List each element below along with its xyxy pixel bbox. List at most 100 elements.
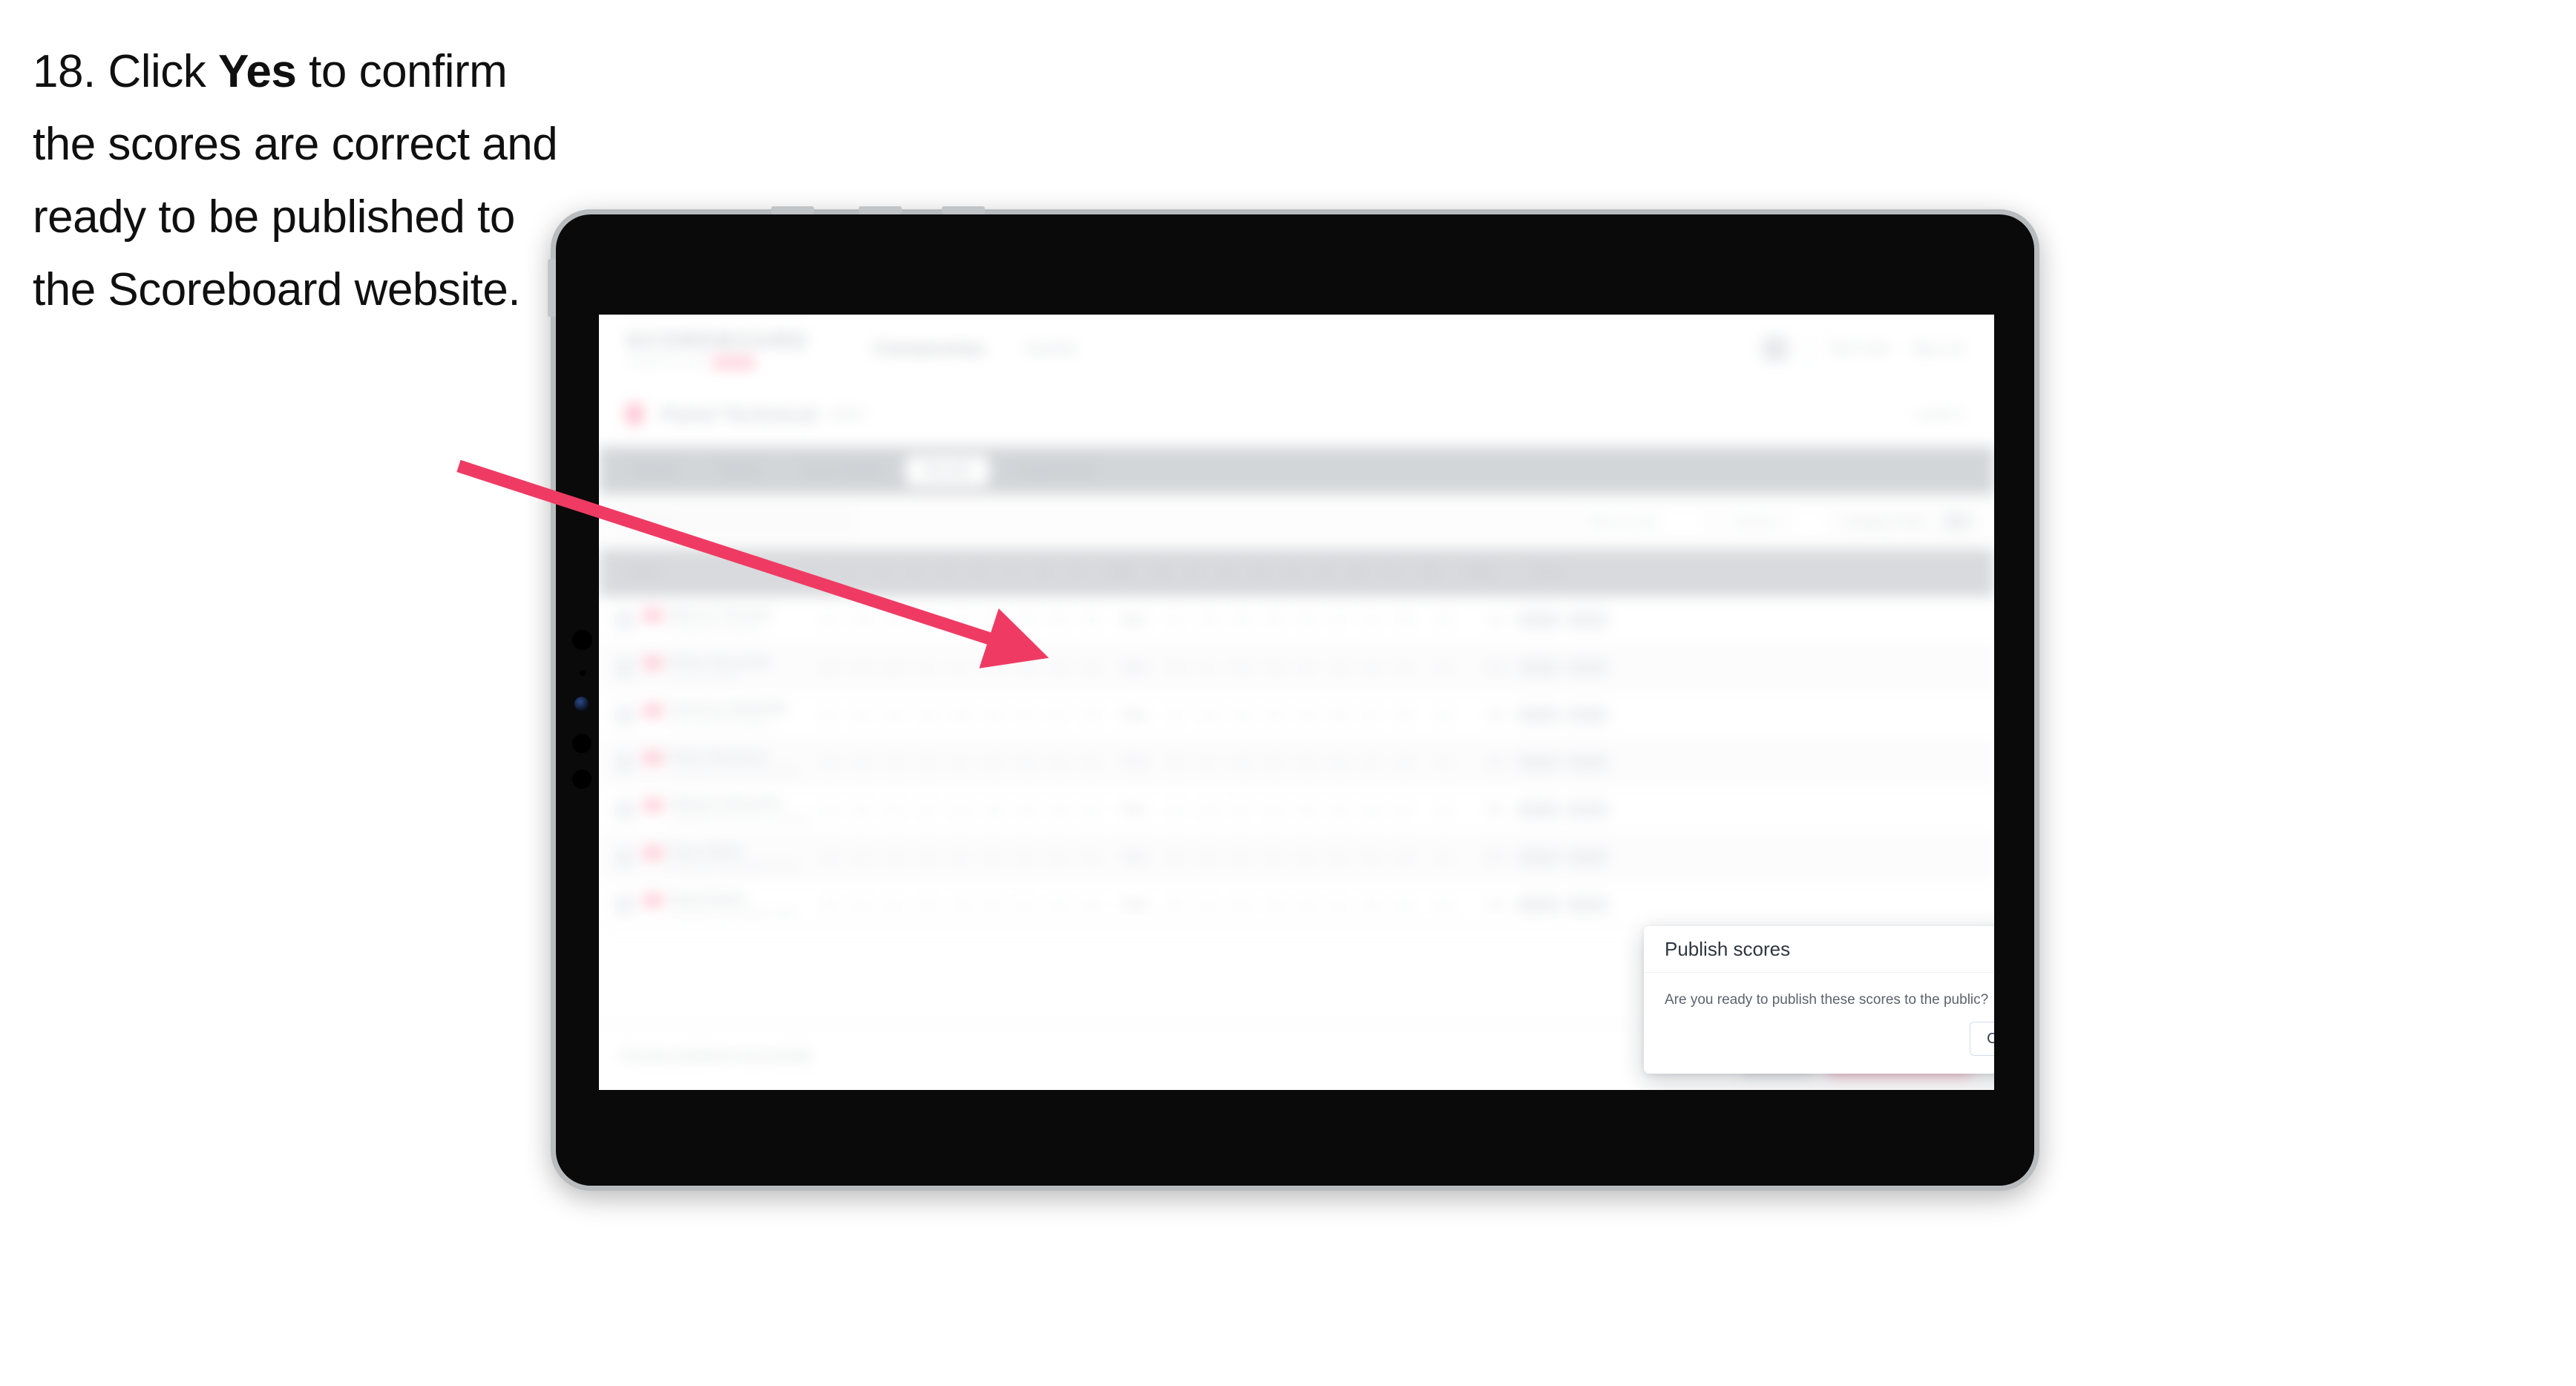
row-checkbox[interactable] [615, 610, 635, 630]
score-cell[interactable]: 8.4 [1160, 803, 1193, 818]
table-header-cell[interactable]: TB [1406, 566, 1454, 579]
score-cell[interactable]: 8.9 [1389, 613, 1421, 628]
tiebreak-cell[interactable]: 0.2 [1421, 708, 1469, 723]
place-cell[interactable]: 7th [1469, 898, 1522, 913]
table-header-cell[interactable]: 2 [832, 566, 865, 579]
score-cell[interactable]: 9.0 [1323, 660, 1356, 675]
brand-logo[interactable]: SCOREBOARD COMPETITION BETA [626, 329, 809, 370]
tiebreak-cell[interactable]: 0.1 [1421, 803, 1469, 818]
table-header-cell[interactable]: 4 [897, 566, 930, 579]
row-checkbox[interactable] [615, 657, 635, 677]
score-cell[interactable]: 8.8 [847, 755, 879, 770]
display-order-toggle[interactable] [1942, 513, 1972, 530]
table-row[interactable]: Noah Bailey Westpark Gymnastics Club 8.0 8.… [599, 881, 1994, 929]
score-cell[interactable]: 8.4 [814, 803, 847, 818]
table-header-cell[interactable]: 8 [1028, 566, 1061, 579]
score-cell[interactable]: 8.7 [1043, 708, 1075, 723]
score-cell[interactable]: 8.8 [1323, 708, 1356, 723]
row-checkbox[interactable] [615, 705, 635, 725]
score-cell[interactable]: 7.9 [945, 898, 977, 913]
score-cell[interactable]: 8.5 [1225, 850, 1258, 865]
table-row[interactable]: Oliver Mortimer Northgate Gymnastics Club… [599, 739, 1994, 786]
table-header-cell[interactable]: 10 [1145, 566, 1178, 579]
score-cell[interactable]: 8.5 [1389, 850, 1421, 865]
score-cell[interactable]: 8.5 [1010, 803, 1043, 818]
score-cell[interactable]: 8.4 [1291, 850, 1323, 865]
score-cell[interactable]: 8.5 [1193, 803, 1225, 818]
score-cell[interactable]: 8.7 [1389, 803, 1421, 818]
score-cell[interactable]: 8.3 [1193, 850, 1225, 865]
score-cell[interactable]: 8.9 [1075, 660, 1108, 675]
score-cell[interactable]: 9.1 [1193, 660, 1225, 675]
score-cell[interactable]: 8.7 [912, 803, 945, 818]
score-cell[interactable]: 8.2 [977, 898, 1010, 913]
score-cell[interactable]: 8.5 [977, 708, 1010, 723]
score-cell[interactable]: 9.1 [814, 613, 847, 628]
score-cell[interactable]: 8.5 [1323, 803, 1356, 818]
table-header-cell[interactable]: Player [615, 566, 799, 579]
score-cell[interactable]: 8.1 [945, 850, 977, 865]
score-cell[interactable]: 8.7 [1356, 755, 1389, 770]
score-cell[interactable]: 8.7 [1193, 755, 1225, 770]
score-cell[interactable]: 9.0 [847, 660, 879, 675]
score-cell[interactable]: 9.0 [1291, 708, 1323, 723]
score-cell[interactable]: 8.6 [1043, 850, 1075, 865]
tiebreak-cell[interactable]: 0.1 [1421, 850, 1469, 865]
score-cell[interactable]: 8.7 [1160, 708, 1193, 723]
row-checkbox[interactable] [615, 847, 635, 867]
score-cell[interactable]: 8.9 [912, 755, 945, 770]
score-cell[interactable]: 8.0 [1075, 898, 1108, 913]
score-cell[interactable]: 8.7 [1356, 708, 1389, 723]
score-cell[interactable]: 8.9 [814, 660, 847, 675]
score-cell[interactable]: 8.6 [879, 708, 912, 723]
score-cell[interactable]: 8.9 [1225, 708, 1258, 723]
score-cell[interactable]: 8.8 [879, 660, 912, 675]
score-cell[interactable]: 8.3 [879, 850, 912, 865]
tab-results[interactable]: Results [906, 455, 989, 486]
score-cell[interactable]: 8.4 [1043, 898, 1075, 913]
tab-score-sheet[interactable]: Score Sheet [784, 456, 899, 486]
score-cell[interactable]: 8.8 [1389, 755, 1421, 770]
score-cell[interactable]: 8.6 [977, 755, 1010, 770]
score-cell[interactable]: 8.7 [945, 660, 977, 675]
search-input[interactable]: Search [621, 508, 854, 536]
score-cell[interactable]: 9.2 [1043, 660, 1075, 675]
score-cell[interactable]: 8.6 [1160, 755, 1193, 770]
filter-final-scores[interactable]: Final Scores [1573, 505, 1706, 538]
score-cell[interactable]: 8.5 [1043, 755, 1075, 770]
place-cell[interactable]: 1st [1469, 613, 1522, 628]
score-cell[interactable]: 8.6 [977, 803, 1010, 818]
score-cell[interactable]: 8.1 [1193, 898, 1225, 913]
score-cell[interactable]: 8.9 [1160, 660, 1193, 675]
score-cell[interactable]: 8.3 [1010, 850, 1043, 865]
table-row[interactable]: Ethan Reynolds Summit Athletic 8.9 9.0 8.8 9.… [599, 644, 1994, 692]
score-cell[interactable]: 8.6 [1323, 755, 1356, 770]
score-cell[interactable]: 8.7 [1225, 803, 1258, 818]
score-cell[interactable]: 8.9 [1389, 708, 1421, 723]
score-cell[interactable]: 9.1 [1160, 613, 1193, 628]
total-cell[interactable]: 73.8 [1108, 898, 1160, 913]
score-cell[interactable]: 8.7 [912, 613, 945, 628]
score-cell[interactable]: 9.1 [912, 660, 945, 675]
score-cell[interactable]: 8.7 [945, 755, 977, 770]
table-header-cell[interactable]: 11 [1178, 566, 1210, 579]
score-cell[interactable]: 8.0 [1160, 898, 1193, 913]
place-cell[interactable]: 4th [1469, 755, 1522, 770]
score-cell[interactable]: 8.9 [1075, 708, 1108, 723]
score-cell[interactable]: 8.3 [912, 898, 945, 913]
score-cell[interactable]: 8.4 [847, 850, 879, 865]
total-cell[interactable]: 80.6 [1108, 613, 1160, 628]
table-header-cell[interactable]: 12 [1210, 566, 1243, 579]
score-cell[interactable]: 8.3 [1389, 898, 1421, 913]
score-cell[interactable]: 8.5 [912, 850, 945, 865]
score-cell[interactable]: 8.4 [1356, 803, 1389, 818]
score-cell[interactable]: 8.1 [1323, 898, 1356, 913]
nav-item-events[interactable]: Events [1026, 339, 1076, 358]
score-cell[interactable]: 8.3 [1225, 898, 1258, 913]
row-checkbox[interactable] [615, 800, 635, 820]
score-cell[interactable]: 8.8 [1193, 708, 1225, 723]
score-cell[interactable]: 8.3 [1258, 803, 1291, 818]
table-header-cell[interactable]: 3 [865, 566, 897, 579]
table-header-cell[interactable]: 15 [1308, 566, 1341, 579]
tab-teams[interactable]: Teams [701, 456, 777, 486]
